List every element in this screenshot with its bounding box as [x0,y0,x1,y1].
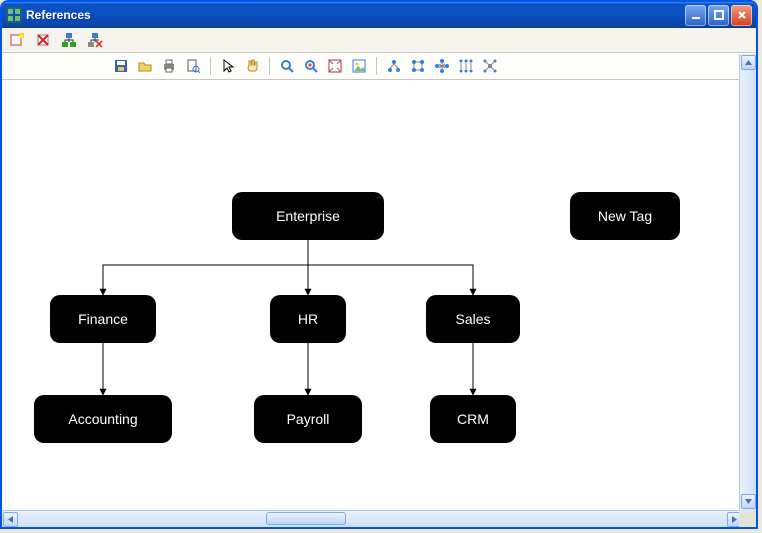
scroll-track[interactable] [740,71,756,493]
layout-2-icon[interactable] [409,57,427,75]
pan-icon[interactable] [243,57,261,75]
node-label: CRM [457,411,489,427]
image-icon[interactable] [350,57,368,75]
diagram-canvas[interactable]: Enterprise New Tag Finance HR Sales Acco… [2,80,742,510]
app-icon [6,7,22,23]
remove-node-icon[interactable] [86,31,104,49]
node-label: HR [298,311,318,327]
node-payroll[interactable]: Payroll [254,395,362,443]
scroll-thumb[interactable] [266,512,346,525]
node-label: Payroll [287,411,330,427]
layout-4-icon[interactable] [457,57,475,75]
node-sales[interactable]: Sales [426,295,520,343]
layout-1-icon[interactable] [385,57,403,75]
layout-3-icon[interactable] [433,57,451,75]
node-label: Sales [455,311,490,327]
titlebar[interactable]: References [2,2,756,28]
scroll-down-button[interactable] [741,494,756,509]
node-crm[interactable]: CRM [430,395,516,443]
node-enterprise[interactable]: Enterprise [232,192,384,240]
scroll-left-button[interactable] [3,512,18,527]
preview-icon[interactable] [184,57,202,75]
node-finance[interactable]: Finance [50,295,156,343]
toolbar-row-2 [2,53,756,80]
zoom-fit-icon[interactable] [326,57,344,75]
node-label: Enterprise [276,208,340,224]
toolbar-separator [210,57,211,75]
window-frame: References [0,0,758,529]
window-title: References [26,8,685,22]
toolbar-row-1 [2,28,756,53]
node-label: Accounting [68,411,137,427]
window-buttons [685,5,752,26]
toolbar-separator [269,57,270,75]
close-button[interactable] [731,5,752,26]
horizontal-scrollbar[interactable] [2,510,743,527]
layout-5-icon[interactable] [481,57,499,75]
toolbar-separator [376,57,377,75]
node-hr[interactable]: HR [270,295,346,343]
open-icon[interactable] [136,57,154,75]
vertical-scrollbar[interactable] [739,54,756,510]
pointer-icon[interactable] [219,57,237,75]
save-icon[interactable] [112,57,130,75]
delete-tag-icon[interactable] [34,31,52,49]
maximize-button[interactable] [708,5,729,26]
print-icon[interactable] [160,57,178,75]
node-accounting[interactable]: Accounting [34,395,172,443]
scroll-corner [739,510,756,527]
node-newtag[interactable]: New Tag [570,192,680,240]
minimize-button[interactable] [685,5,706,26]
add-node-icon[interactable] [60,31,78,49]
node-label: New Tag [598,208,652,224]
scroll-up-button[interactable] [741,55,756,70]
scroll-track[interactable] [19,511,726,527]
new-tag-icon[interactable] [8,31,26,49]
node-label: Finance [78,311,128,327]
zoom-icon[interactable] [278,57,296,75]
zoom-in-icon[interactable] [302,57,320,75]
